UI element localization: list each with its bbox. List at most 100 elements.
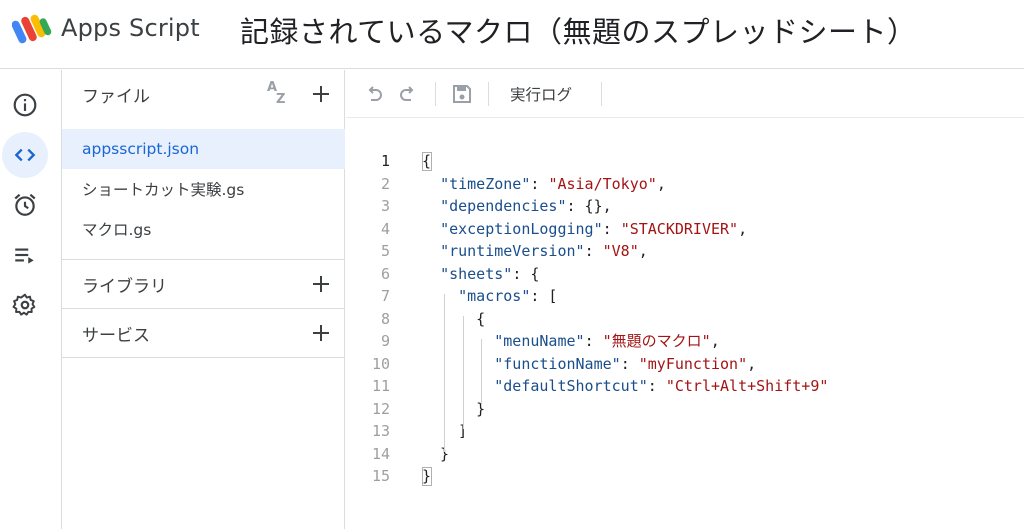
app-name[interactable]: Apps Script: [61, 14, 200, 42]
line-number: 7: [380, 287, 390, 305]
json-punctuation: [422, 220, 440, 238]
toolbar-separator: [435, 82, 436, 106]
code-icon: [14, 148, 36, 162]
json-punctuation: :: [602, 219, 621, 238]
json-punctuation: ,: [656, 174, 666, 193]
code-line[interactable]: 3 "dependencies": {},: [346, 195, 1024, 218]
editor-button[interactable]: [2, 132, 48, 178]
json-punctuation: :: [584, 242, 603, 260]
json-punctuation: :: [620, 354, 639, 373]
code-line[interactable]: 15}: [346, 465, 1024, 488]
line-number: 8: [380, 309, 390, 328]
code-line[interactable]: 8 {: [346, 308, 1024, 331]
add-library-button[interactable]: [309, 272, 333, 296]
line-number: 15: [371, 467, 390, 485]
alarm-clock-icon: [14, 193, 36, 216]
redo-icon: [400, 86, 414, 101]
json-key: "defaultShortcut": [494, 377, 648, 395]
services-label: サービス: [82, 325, 150, 346]
json-punctuation: ,: [738, 219, 748, 238]
code-text: }: [422, 398, 485, 421]
file-item-macro-gs[interactable]: マクロ.gs: [62, 209, 345, 249]
line-number: 1: [380, 152, 390, 170]
bracket-match-highlight: [422, 152, 432, 171]
code-line[interactable]: 2 "timeZone": "Asia/Tokyo",: [346, 173, 1024, 196]
json-punctuation: [422, 355, 494, 373]
json-punctuation: [422, 287, 458, 305]
code-text: "runtimeVersion": "V8",: [422, 240, 648, 263]
code-line[interactable]: 13 ]: [346, 420, 1024, 443]
project-title[interactable]: 記録されているマクロ（無題のスプレッドシート）: [240, 9, 916, 51]
line-number: 9: [380, 332, 390, 350]
code-line[interactable]: 10 "functionName": "myFunction",: [346, 353, 1024, 376]
json-punctuation: : [: [530, 287, 558, 305]
indent-guide: [463, 316, 464, 429]
code-line[interactable]: 6 "sheets": {: [346, 263, 1024, 286]
json-string: "myFunction": [638, 354, 748, 373]
editor-toolbar: 実行ログ: [346, 70, 1024, 118]
overview-button[interactable]: [2, 82, 48, 128]
line-number: 5: [380, 242, 390, 260]
json-punctuation: ,: [638, 242, 648, 260]
json-punctuation: :: [584, 332, 603, 350]
code-text: }: [422, 443, 449, 466]
sort-az-icon[interactable]: A Z: [267, 81, 295, 108]
line-number: 14: [371, 444, 390, 463]
line-number: 4: [380, 219, 390, 238]
code-text: "menuName": "無題のマクロ",: [422, 330, 720, 353]
json-key: "exceptionLogging": [440, 219, 603, 238]
plus-icon: [313, 325, 329, 341]
json-key: "dependencies": [440, 197, 567, 215]
code-text: {: [422, 308, 485, 331]
left-nav-rail: [0, 70, 62, 529]
json-punctuation: [422, 377, 494, 395]
code-line[interactable]: 9 "menuName": "無題のマクロ",: [346, 330, 1024, 353]
gear-icon: [12, 293, 36, 316]
add-service-button[interactable]: [309, 321, 333, 345]
json-punctuation: [422, 175, 440, 193]
code-editor[interactable]: 1{2 "timeZone": "Asia/Tokyo", 3 "dependen…: [346, 119, 1024, 529]
save-icon: [453, 85, 471, 103]
json-punctuation: [422, 332, 494, 350]
execution-log-button[interactable]: 実行ログ: [510, 83, 572, 105]
code-line[interactable]: 14 }: [346, 443, 1024, 466]
code-text: "exceptionLogging": "STACKDRIVER",: [422, 218, 747, 241]
libraries-label: ライブラリ: [82, 276, 167, 297]
redo-button[interactable]: [396, 82, 420, 106]
plus-icon: [313, 86, 329, 102]
json-punctuation: }: [422, 399, 486, 418]
json-punctuation: [422, 242, 440, 260]
json-punctuation: }: [422, 444, 450, 463]
undo-button[interactable]: [362, 82, 386, 106]
toolbar-separator: [601, 82, 602, 106]
app-header: Apps Script 記録されているマクロ（無題のスプレッドシート）: [0, 0, 1024, 69]
triggers-button[interactable]: [2, 182, 48, 228]
code-line[interactable]: 4 "exceptionLogging": "STACKDRIVER",: [346, 218, 1024, 241]
files-label: ファイル: [82, 86, 150, 107]
code-line[interactable]: 7 "macros": [: [346, 285, 1024, 308]
services-section-header: サービス: [62, 309, 345, 357]
info-icon: [13, 93, 37, 117]
add-file-button[interactable]: [309, 82, 333, 106]
save-button[interactable]: [450, 82, 474, 106]
executions-button[interactable]: [2, 232, 48, 278]
apps-script-logo[interactable]: [12, 12, 54, 46]
line-number: 10: [371, 354, 390, 373]
json-string: "Ctrl+Alt+Shift+9": [665, 377, 829, 395]
json-punctuation: ,: [747, 354, 757, 373]
json-punctuation: [422, 265, 440, 283]
file-item-appsscript-json[interactable]: appsscript.json: [62, 129, 345, 169]
file-item-shortcut-gs[interactable]: ショートカット実験.gs: [62, 169, 345, 209]
settings-button[interactable]: [2, 282, 48, 328]
json-punctuation: ,: [710, 332, 720, 350]
bracket-match-highlight: [422, 467, 432, 486]
code-line[interactable]: 1{: [346, 150, 1024, 173]
line-number: 6: [380, 264, 390, 283]
code-line[interactable]: 11 "defaultShortcut": "Ctrl+Alt+Shift+9": [346, 375, 1024, 398]
line-number: 2: [380, 174, 390, 193]
json-key: "sheets": [440, 264, 513, 283]
code-line[interactable]: 12 }: [346, 398, 1024, 421]
code-line[interactable]: 5 "runtimeVersion": "V8",: [346, 240, 1024, 263]
json-punctuation: :: [647, 377, 666, 395]
line-number: 11: [371, 377, 390, 395]
